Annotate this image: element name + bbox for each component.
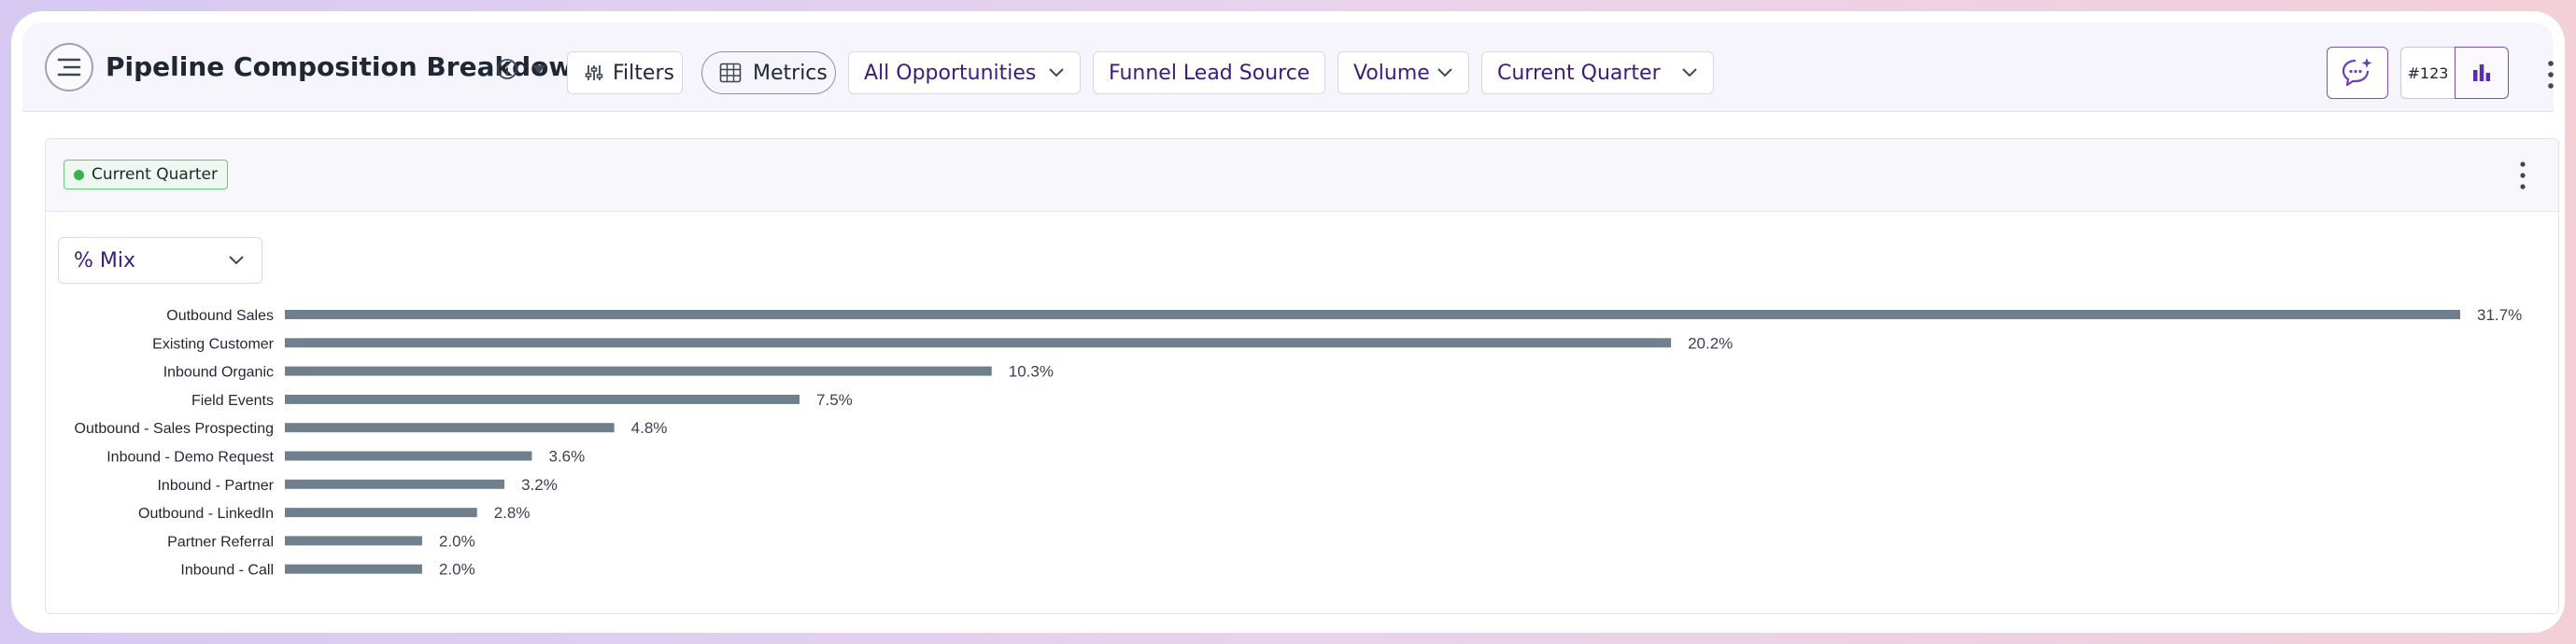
category-label: Outbound Sales [166, 308, 274, 324]
hamburger-icon [57, 58, 81, 77]
data-label: 2.0% [439, 532, 475, 550]
data-label: 31.7% [2477, 306, 2522, 324]
bar[interactable] [285, 508, 477, 518]
card-header: Current Quarter [46, 139, 2558, 212]
status-dot-icon [74, 169, 84, 180]
period-badge: Current Quarter [64, 160, 228, 189]
bar[interactable] [285, 366, 992, 376]
data-label: 10.3% [1009, 363, 1054, 381]
chart-view-button[interactable] [2455, 47, 2509, 99]
mix-select[interactable]: % Mix [58, 237, 262, 284]
data-label: 3.6% [548, 448, 585, 466]
chevron-down-icon [229, 256, 244, 265]
category-label: Existing Customer [152, 336, 274, 352]
table-icon [719, 63, 742, 83]
category-label: Field Events [191, 393, 274, 409]
data-label: 2.8% [494, 504, 531, 522]
mix-select-value: % Mix [74, 248, 136, 273]
bar-chart: Outbound Sales 31.7% Existing Customer 20.2… [75, 306, 2523, 579]
bar[interactable] [285, 338, 1672, 348]
data-label: 3.2% [521, 476, 558, 494]
more-options-icon[interactable] [2540, 58, 2562, 91]
chevron-down-icon [1437, 68, 1452, 77]
page-title: Pipeline Composition Breakdown [106, 51, 592, 82]
menu-button[interactable] [45, 43, 93, 91]
category-label: Inbound - Demo Request [106, 450, 274, 466]
metrics-label: Metrics [753, 61, 828, 85]
category-label: Outbound - LinkedIn [138, 506, 274, 522]
lead-source-dropdown[interactable]: Funnel Lead Source [1093, 51, 1325, 94]
number-format-button[interactable]: #123 [2400, 47, 2455, 99]
app-window: Pipeline Composition Breakdown Filters M… [11, 11, 2565, 633]
opportunities-dropdown[interactable]: All Opportunities [848, 51, 1081, 94]
data-label: 20.2% [1688, 334, 1733, 352]
category-label: Inbound - Call [180, 563, 274, 579]
filters-button[interactable]: Filters [567, 51, 683, 94]
filters-label: Filters [613, 61, 674, 85]
bar[interactable] [285, 479, 505, 489]
bar[interactable] [285, 451, 532, 461]
card-more-options-icon[interactable] [2512, 160, 2534, 191]
measure-dropdown[interactable]: Volume [1338, 51, 1469, 94]
bar[interactable] [285, 310, 2460, 319]
category-label: Outbound - Sales Prospecting [75, 421, 274, 437]
period-dropdown[interactable]: Current Quarter [1481, 51, 1714, 94]
sliders-icon [585, 65, 603, 80]
info-icon[interactable] [496, 58, 518, 80]
data-label: 4.8% [631, 419, 668, 437]
chart-card: Current Quarter % Mix Outbound Sales 31.7… [45, 138, 2559, 614]
chat-sparkle-icon [2342, 58, 2372, 87]
chevron-down-icon [1682, 68, 1697, 77]
ai-chat-button[interactable] [2327, 47, 2388, 99]
category-label: Inbound Organic [163, 365, 274, 381]
category-label: Inbound - Partner [157, 478, 274, 494]
category-label: Partner Referral [167, 534, 274, 550]
chevron-down-icon [1049, 68, 1064, 77]
bar-chart-icon [2473, 64, 2491, 81]
top-toolbar: Pipeline Composition Breakdown Filters M… [22, 22, 2554, 112]
bar[interactable] [285, 536, 422, 546]
metrics-button[interactable]: Metrics [701, 51, 836, 94]
data-label: 2.0% [439, 561, 475, 579]
bar[interactable] [285, 423, 615, 433]
period-badge-label: Current Quarter [92, 165, 218, 184]
number-format-label: #123 [2407, 63, 2449, 82]
bar[interactable] [285, 564, 422, 574]
bar[interactable] [285, 394, 800, 404]
data-label: 7.5% [816, 391, 853, 409]
caret-down-icon[interactable] [530, 61, 548, 77]
